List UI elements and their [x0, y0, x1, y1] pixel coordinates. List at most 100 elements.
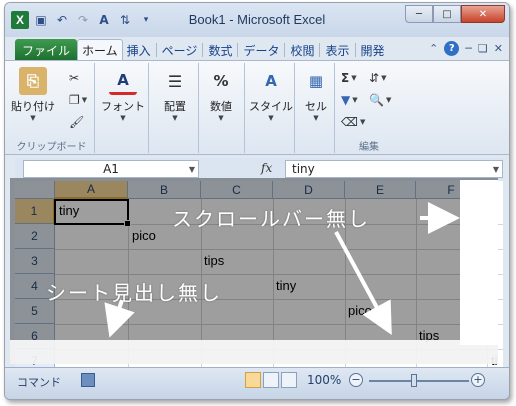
collapse-ribbon-icon[interactable]: ⌃: [429, 42, 438, 55]
cell-d4[interactable]: tiny: [276, 278, 296, 293]
chevron-down-icon: ▼: [172, 114, 178, 122]
tab-divider: [319, 43, 321, 57]
tab-page-layout[interactable]: ページ: [158, 39, 202, 61]
column-header-e[interactable]: E: [345, 181, 416, 199]
column-header-a[interactable]: A: [55, 181, 128, 199]
fx-icon[interactable]: fx: [261, 161, 272, 175]
tab-review[interactable]: 校閲: [286, 39, 318, 61]
format-painter-button[interactable]: 🖌: [69, 113, 84, 131]
number-button[interactable]: % 数値 ▼: [207, 67, 235, 122]
editing-group-label: 編集: [359, 142, 379, 153]
chevron-down-icon: ▼: [352, 96, 358, 104]
cut-button[interactable]: ✂: [69, 69, 79, 87]
fill-icon: ▼: [341, 93, 351, 107]
style-button[interactable]: A スタイル ▼: [249, 67, 293, 122]
cells-icon: ▦: [308, 72, 324, 90]
binoculars-icon: 🔍: [369, 93, 384, 107]
restore-button[interactable]: □: [433, 5, 461, 23]
zoom-slider-track[interactable]: [369, 380, 469, 382]
tab-divider: [202, 43, 204, 57]
tab-developer[interactable]: 開発: [357, 39, 389, 61]
tab-insert[interactable]: 挿入: [123, 39, 155, 61]
tab-file[interactable]: ファイル: [15, 39, 78, 61]
alignment-button[interactable]: ☰ 配置 ▼: [161, 67, 189, 123]
column-header-b[interactable]: B: [128, 181, 201, 199]
zoom-out-icon[interactable]: −: [349, 373, 363, 387]
cell-c3[interactable]: tips: [204, 253, 224, 268]
number-label: 数値: [210, 100, 232, 113]
chevron-down-icon: ▼: [120, 114, 126, 122]
formula-input[interactable]: tiny ▼: [285, 160, 503, 178]
active-cell-cursor: [54, 199, 131, 227]
grid-line: [55, 249, 503, 250]
sort-filter-button[interactable]: ⇵ ▼: [369, 69, 386, 87]
window-controls: ─ □ ✕: [405, 5, 505, 23]
cell-e5[interactable]: pico: [348, 303, 372, 318]
zoom-level[interactable]: 100%: [307, 373, 341, 387]
chevron-down-icon: ▼: [359, 118, 366, 126]
row-header-3[interactable]: 3: [15, 249, 55, 274]
tab-formulas[interactable]: 数式: [204, 39, 236, 61]
zoom-in-icon[interactable]: +: [471, 373, 485, 387]
scissors-icon: ✂: [69, 71, 80, 85]
scrollbar-missing-area: [460, 180, 498, 345]
help-icon[interactable]: ?: [444, 41, 460, 56]
find-button[interactable]: 🔍 ▼: [369, 91, 391, 109]
tab-divider: [284, 43, 286, 57]
style-group: A スタイル ▼: [247, 63, 295, 153]
paste-button[interactable]: ⎘ 貼り付け ▼: [11, 67, 55, 122]
tab-divider: [354, 43, 356, 57]
select-all-corner[interactable]: [15, 181, 55, 199]
close-doc-icon[interactable]: ✕: [494, 42, 503, 55]
style-icon: A: [265, 72, 277, 90]
cell-b2[interactable]: pico: [132, 228, 156, 243]
alignment-group: ☰ 配置 ▼: [151, 63, 199, 153]
font-label: フォント: [101, 100, 145, 113]
page-break-view-icon[interactable]: [281, 372, 297, 388]
align-icon: ☰: [167, 71, 183, 91]
row-header-1[interactable]: 1: [15, 199, 55, 224]
clipboard-group-label: クリップボード: [16, 142, 87, 153]
clipboard-group: ⎘ 貼り付け ▼ ✂ ❐ ▼ 🖌 クリップボード: [9, 63, 95, 153]
zoom-slider-thumb[interactable]: [411, 374, 417, 387]
normal-view-icon[interactable]: [245, 372, 261, 388]
cells-button[interactable]: ▦ セル ▼: [302, 67, 330, 122]
annotation-no-scrollbar: スクロールバー無し: [172, 207, 370, 231]
status-mode: コマンド: [17, 376, 61, 389]
copy-button[interactable]: ❐ ▼: [69, 91, 87, 109]
brush-icon: 🖌: [69, 115, 85, 129]
restore-doc-icon[interactable]: ❏: [478, 42, 488, 55]
column-header-c[interactable]: C: [201, 181, 273, 199]
clear-button[interactable]: ⌫ ▼: [341, 113, 365, 131]
tab-data[interactable]: データ: [239, 39, 283, 61]
column-header-d[interactable]: D: [273, 181, 345, 199]
chevron-down-icon: ▼: [81, 96, 88, 104]
minimize-doc-icon[interactable]: ─: [465, 42, 472, 55]
style-label: スタイル: [249, 100, 293, 113]
formula-value: tiny: [292, 162, 315, 176]
chevron-down-icon: ▼: [313, 114, 319, 122]
view-switcher: [245, 372, 297, 388]
font-group: A フォント ▼: [97, 63, 149, 153]
percent-icon: %: [213, 72, 229, 90]
ribbon-controls: ⌃ ? ─ ❏ ✕: [429, 41, 503, 56]
ribbon-tabs: ファイル ホーム 挿入 ページ 数式 データ 校閲 表示 開発 ⌃ ? ─ ❏ …: [5, 37, 509, 61]
number-group: % 数値 ▼: [201, 63, 245, 153]
alignment-label: 配置: [164, 100, 186, 113]
font-icon: A: [109, 67, 137, 95]
autosum-button[interactable]: Σ ▼: [341, 69, 357, 87]
close-button[interactable]: ✕: [461, 5, 505, 23]
name-box[interactable]: A1 ▼: [23, 160, 199, 178]
paste-icon: ⎘: [19, 67, 47, 95]
fill-button[interactable]: ▼ ▼: [341, 91, 358, 109]
tab-view[interactable]: 表示: [321, 39, 353, 61]
tab-home[interactable]: ホーム: [77, 39, 123, 61]
chevron-down-icon: ▼: [351, 74, 357, 82]
macro-record-icon[interactable]: [81, 373, 95, 387]
row-header-2[interactable]: 2: [15, 224, 55, 249]
font-button[interactable]: A フォント ▼: [101, 67, 145, 123]
page-layout-view-icon[interactable]: [263, 372, 279, 388]
sheet-tabs-missing-area: [10, 340, 498, 364]
minimize-button[interactable]: ─: [405, 5, 433, 23]
sigma-icon: Σ: [341, 71, 350, 85]
